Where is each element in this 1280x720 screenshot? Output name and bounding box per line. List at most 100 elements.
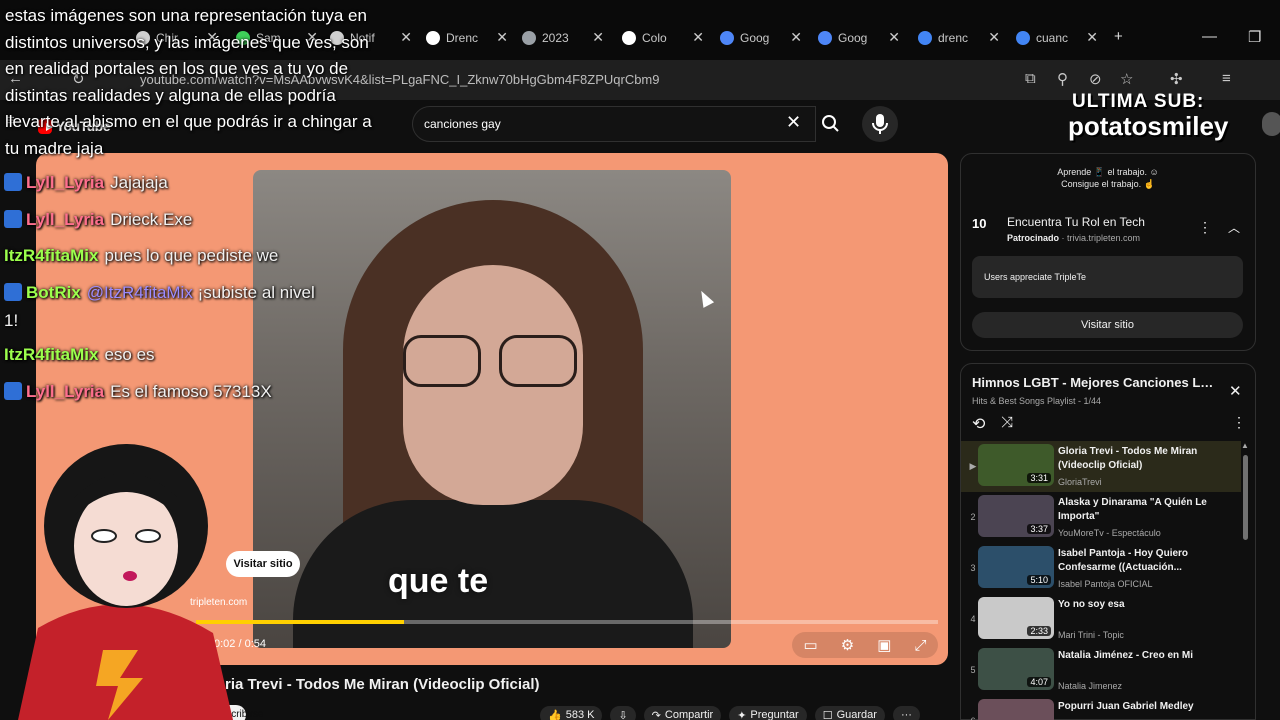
close-tab-icon[interactable]: ✕ xyxy=(692,29,704,46)
eye-off-icon[interactable]: ⊘ xyxy=(1089,70,1102,88)
playlist-item-thumbnail[interactable] xyxy=(978,699,1054,720)
playlist-item[interactable]: 2 3:37 Alaska y Dinarama "A Quién Le Impor… xyxy=(961,492,1241,543)
browser-tab[interactable]: Goog ✕ xyxy=(720,27,802,49)
cast-icon[interactable]: ⧉ xyxy=(1025,70,1036,87)
chat-username: ItzR4fitaMix xyxy=(4,345,99,364)
new-tab-button[interactable]: + xyxy=(1114,28,1123,45)
like-button[interactable]: 👍 583 K xyxy=(540,705,603,720)
close-tab-icon[interactable]: ✕ xyxy=(592,29,604,46)
playlist-item-thumbnail[interactable]: 2:33 xyxy=(978,597,1054,639)
dislike-button[interactable]: ⇩ xyxy=(610,705,636,720)
settings-gear-icon[interactable]: ⚙ xyxy=(841,636,854,654)
vtuber-avatar xyxy=(18,444,233,720)
browser-tab[interactable]: Colo ✕ xyxy=(622,27,704,49)
close-tab-icon[interactable]: ✕ xyxy=(988,29,1000,46)
playlist-item-title[interactable]: Isabel Pantoja - Hoy Quiero Confesarme (… xyxy=(1058,547,1228,575)
ad-banner-text[interactable]: Aprende 📱 el trabajo. ☺ Consigue el trab… xyxy=(1052,166,1164,190)
browser-tab[interactable]: Drenc ✕ xyxy=(426,27,508,49)
share-button[interactable]: ↷ Compartir xyxy=(643,705,722,720)
ad-card-visit-button[interactable]: Visitar sitio xyxy=(972,312,1243,338)
chat-text: pues lo que pediste we xyxy=(104,246,279,265)
playlist-item[interactable]: 6Popurri Juan Gabriel MedleyGrupo Pandor… xyxy=(961,696,1241,720)
loop-icon[interactable]: ⟲ xyxy=(972,414,985,434)
ask-label: Preguntar xyxy=(750,709,799,720)
chat-text: ¡subiste al nivel xyxy=(197,283,315,302)
thumbs-up-icon: 👍 xyxy=(548,709,562,720)
playlist-item-duration: 2:33 xyxy=(1027,626,1051,636)
sparkle-icon: ✦ xyxy=(737,709,747,720)
fullscreen-icon[interactable]: ⤢ xyxy=(914,637,926,654)
save-button[interactable]: ☐ Guardar xyxy=(814,705,885,720)
playlist-item[interactable]: ▶ 3:31 Gloria Trevi - Todos Me Miran (Vide… xyxy=(961,441,1241,492)
playlist-item[interactable]: 5 4:07 Natalia Jiménez - Creo en Mi Natalia… xyxy=(961,645,1241,696)
search-icon xyxy=(822,115,839,132)
video-frame[interactable] xyxy=(253,170,731,648)
playlist-item-title[interactable]: Yo no soy esa xyxy=(1058,598,1228,612)
more-actions-button[interactable]: ··· xyxy=(892,706,920,720)
clear-search-icon[interactable]: ✕ xyxy=(786,112,801,133)
browser-tab[interactable]: cuanc ✕ xyxy=(1016,27,1098,49)
close-icon[interactable]: ✕ xyxy=(1229,382,1242,400)
close-tab-icon[interactable]: ✕ xyxy=(400,29,412,46)
chat-badge-icon xyxy=(4,210,22,228)
bookmark-star-icon[interactable]: ☆ xyxy=(1120,70,1133,88)
playlist-item-title[interactable]: Alaska y Dinarama "A Quién Le Importa" xyxy=(1058,496,1228,524)
minimize-button[interactable]: — xyxy=(1202,28,1217,45)
scroll-up-arrow-icon[interactable]: ▲ xyxy=(1241,441,1249,450)
chat-message: Lyll_Lyria Es el famoso 57313X xyxy=(4,382,272,402)
playlist-item-duration: 3:31 xyxy=(1027,473,1051,483)
playlist-item[interactable]: 3 5:10 Isabel Pantoja - Hoy Quiero Confesa… xyxy=(961,543,1241,594)
playlist-item-thumbnail[interactable]: 3:37 xyxy=(978,495,1054,537)
ask-button[interactable]: ✦ Preguntar xyxy=(729,705,807,720)
playlist-item-thumbnail[interactable]: 4:07 xyxy=(978,648,1054,690)
close-tab-icon[interactable]: ✕ xyxy=(1086,29,1098,46)
ad-title[interactable]: Encuentra Tu Rol en Tech xyxy=(1007,215,1145,229)
playlist-title[interactable]: Himnos LGBT - Mejores Canciones LGBT xyxy=(972,375,1218,390)
ad-sponsor-domain: trivia.tripleten.com xyxy=(1067,233,1141,243)
tab-label: Colo xyxy=(642,31,667,45)
browser-tab[interactable]: drenc ✕ xyxy=(918,27,1000,49)
ad-more-icon[interactable]: ⋮ xyxy=(1198,219,1212,236)
playlist-item-title[interactable]: Popurri Juan Gabriel Medley xyxy=(1058,700,1228,714)
browser-tab[interactable]: Goog ✕ xyxy=(818,27,900,49)
close-tab-icon[interactable]: ✕ xyxy=(790,29,802,46)
chat-username: BotRix xyxy=(26,283,81,302)
close-tab-icon[interactable]: ✕ xyxy=(496,29,508,46)
playlist-scrollbar[interactable] xyxy=(1243,455,1248,540)
like-count: 583 K xyxy=(565,709,595,720)
stream-overlay-text: estas imágenes son una representación tu… xyxy=(5,6,372,158)
playlist-item-title[interactable]: Gloria Trevi - Todos Me Miran (Videoclip… xyxy=(1058,445,1228,473)
playlist-item-channel: GloriaTrevi xyxy=(1058,477,1102,487)
chat-message: Lyll_Lyria Drieck.Exe xyxy=(4,210,192,230)
playlist-item[interactable]: 4 2:33 Yo no soy esa Mari Trini - Topic xyxy=(961,594,1241,645)
shuffle-icon[interactable]: ⤨ xyxy=(1001,414,1013,431)
close-tab-icon[interactable]: ✕ xyxy=(888,29,900,46)
globe-icon xyxy=(522,31,536,45)
maximize-button[interactable]: ❐ xyxy=(1248,28,1261,46)
reading-list-icon[interactable]: ≡ xyxy=(1222,70,1231,87)
chat-badge-icon xyxy=(4,283,22,301)
video-title: Gloria Trevi - Todos Me Miran (Videoclip… xyxy=(200,676,540,693)
search-button[interactable] xyxy=(812,106,850,142)
captions-icon[interactable]: ▭ xyxy=(804,636,818,654)
theater-mode-icon[interactable]: ▣ xyxy=(877,636,891,654)
ad-logo: 10 xyxy=(972,216,987,231)
search-query[interactable]: canciones gay xyxy=(424,117,501,131)
playlist-item-channel: YouMoreTv - Espectáculo xyxy=(1058,528,1161,538)
playlist-item-title[interactable]: Natalia Jiménez - Creo en Mi xyxy=(1058,649,1228,663)
extensions-icon[interactable]: ✣ xyxy=(1170,70,1183,88)
zoom-icon[interactable]: ⚲ xyxy=(1057,70,1068,88)
voice-search-button[interactable] xyxy=(862,106,898,142)
chatgpt-icon xyxy=(622,31,636,45)
playlist-item-thumbnail[interactable]: 3:31 xyxy=(978,444,1054,486)
tiktok-icon xyxy=(426,31,440,45)
tab-label: Goog xyxy=(838,31,868,45)
collapse-chevron-icon[interactable]: ︿ xyxy=(1228,219,1240,236)
chat-mention: @ItzR4fitaMix xyxy=(86,283,193,302)
chat-text: Drieck.Exe xyxy=(110,210,193,229)
playlist-menu-icon[interactable]: ⋮ xyxy=(1232,414,1246,431)
google-icon xyxy=(1016,31,1030,45)
browser-tab[interactable]: 2023 ✕ xyxy=(522,27,604,49)
progress-bar[interactable] xyxy=(196,620,938,624)
playlist-item-thumbnail[interactable]: 5:10 xyxy=(978,546,1054,588)
